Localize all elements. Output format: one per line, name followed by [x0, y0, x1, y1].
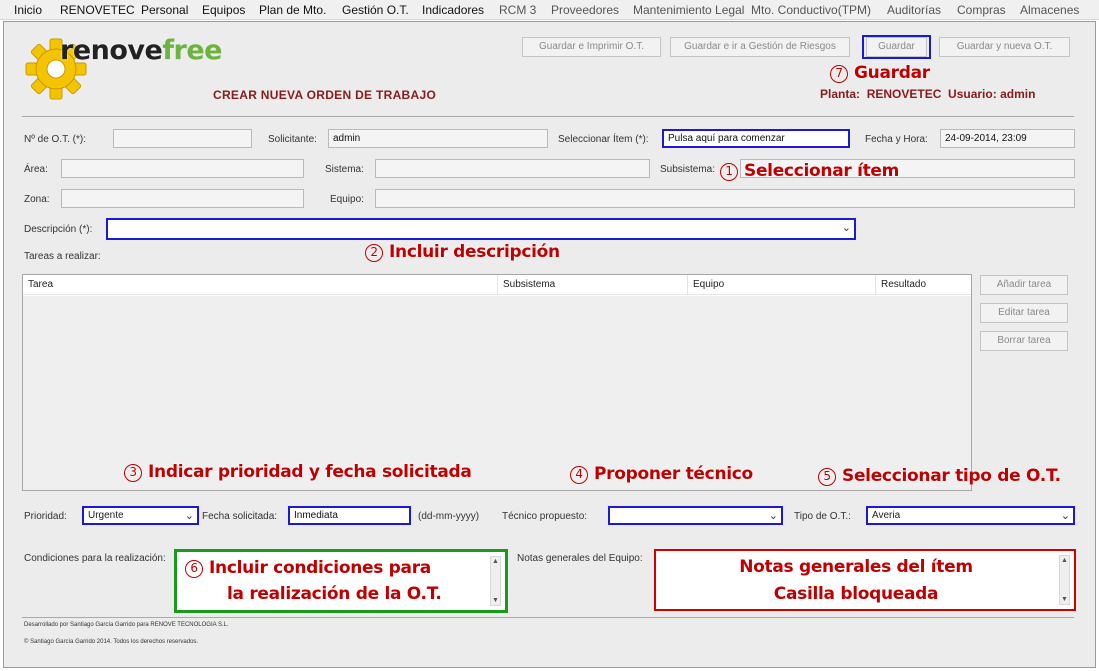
- footer-credits: Desarrollado por Santiago García Garrido…: [24, 622, 229, 628]
- planta-value: RENOVETEC: [866, 87, 942, 101]
- annotation-1: 1 Seleccionar ítem: [720, 161, 899, 181]
- task-table[interactable]: Tarea Subsistema Equipo Resultado: [22, 274, 972, 491]
- sistema-field[interactable]: [375, 159, 650, 178]
- footer-divider: [22, 617, 1074, 618]
- menu-gestion-ot[interactable]: Gestión O.T.: [342, 3, 409, 17]
- annotation-3: 3 Indicar prioridad y fecha solicitada: [124, 462, 472, 482]
- annotation-6: 6 Incluir condiciones para: [185, 558, 431, 578]
- fecha-field[interactable]: 24-09-2014, 23:09: [940, 129, 1075, 148]
- col-tarea[interactable]: Tarea: [23, 275, 497, 295]
- tecnico-select[interactable]: ⌄: [608, 506, 783, 525]
- tipo-ot-select[interactable]: Averia ⌄: [866, 506, 1075, 525]
- logo-text: renovefree: [60, 35, 222, 66]
- scroll-up-icon[interactable]: ▲: [1060, 556, 1069, 565]
- date-format-hint: (dd-mm-yyyy): [418, 511, 480, 522]
- solicitante-field[interactable]: admin: [328, 129, 548, 148]
- menu-inicio[interactable]: Inicio: [14, 3, 42, 17]
- notas-scrollbar[interactable]: ▲ ▼: [1059, 555, 1070, 605]
- sistema-label: Sistema:: [325, 164, 364, 175]
- annotation-5: 5 Seleccionar tipo de O.T.: [818, 466, 1061, 486]
- add-task-button[interactable]: Añadir tarea: [980, 275, 1068, 295]
- save-new-button[interactable]: Guardar y nueva O.T.: [939, 37, 1070, 57]
- tipo-ot-label: Tipo de O.T.:: [794, 511, 851, 522]
- col-subsistema[interactable]: Subsistema: [497, 275, 687, 295]
- menu-compras[interactable]: Compras: [957, 3, 1006, 17]
- logo: renovefree: [24, 33, 222, 103]
- edit-task-button[interactable]: Editar tarea: [980, 303, 1068, 323]
- descripcion-combo[interactable]: ⌄: [106, 218, 856, 240]
- save-risk-button[interactable]: Guardar e ir a Gestión de Riesgos: [670, 37, 850, 57]
- usuario-value: admin: [1000, 87, 1036, 101]
- fecha-label: Fecha y Hora:: [865, 134, 928, 145]
- menu-bar: Inicio RENOVETEC Personal Equipos Plan d…: [0, 0, 1099, 20]
- menu-rcm3[interactable]: RCM 3: [499, 3, 536, 17]
- scroll-down-icon[interactable]: ▼: [491, 596, 500, 605]
- ot-number-field[interactable]: [113, 129, 252, 148]
- save-print-button[interactable]: Guardar e Imprimir O.T.: [522, 37, 661, 57]
- notas-textarea: Notas generales del ítem Casilla bloquea…: [654, 549, 1076, 611]
- menu-mto-conductivo[interactable]: Mto. Conductivo(TPM): [751, 3, 871, 17]
- save-button[interactable]: Guardar: [866, 37, 927, 57]
- task-table-header: Tarea Subsistema Equipo Resultado: [23, 275, 971, 295]
- notas-annotation-line2: Casilla bloqueada: [773, 584, 939, 604]
- menu-personal[interactable]: Personal: [141, 3, 188, 17]
- col-equipo[interactable]: Equipo: [687, 275, 875, 295]
- area-label: Área:: [24, 164, 48, 175]
- delete-task-button[interactable]: Borrar tarea: [980, 331, 1068, 351]
- scroll-up-icon[interactable]: ▲: [491, 557, 500, 566]
- menu-mantenimiento-legal[interactable]: Mantenimiento Legal: [633, 3, 744, 17]
- item-label: Seleccionar Ítem (*):: [558, 134, 649, 145]
- chevron-down-icon[interactable]: ⌄: [769, 509, 778, 522]
- condiciones-label: Condiciones para la realización:: [24, 553, 166, 564]
- zona-label: Zona:: [24, 194, 50, 205]
- condiciones-textarea[interactable]: 6 Incluir condiciones para la realización…: [174, 549, 508, 613]
- descripcion-label: Descripción (*):: [24, 224, 93, 235]
- prioridad-value: Urgente: [88, 510, 124, 521]
- scroll-down-icon[interactable]: ▼: [1060, 595, 1069, 604]
- notas-label: Notas generales del Equipo:: [517, 553, 643, 564]
- fecha-solicitada-field[interactable]: Inmediata: [288, 506, 411, 525]
- tipo-ot-value: Averia: [872, 510, 901, 521]
- page-title: CREAR NUEVA ORDEN DE TRABAJO: [213, 88, 437, 102]
- fecha-solicitada-label: Fecha solicitada:: [202, 511, 278, 522]
- annotation-2: 2 Incluir descripción: [365, 242, 560, 262]
- menu-auditorias[interactable]: Auditorías: [887, 3, 941, 17]
- chevron-down-icon[interactable]: ⌄: [185, 509, 194, 522]
- solicitante-label: Solicitante:: [268, 134, 317, 145]
- subsistema-label: Subsistema:: [660, 164, 716, 175]
- zona-field[interactable]: [61, 189, 304, 208]
- task-table-body[interactable]: [23, 296, 971, 490]
- menu-equipos[interactable]: Equipos: [202, 3, 245, 17]
- menu-plan-mto[interactable]: Plan de Mto.: [259, 3, 326, 17]
- menu-indicadores[interactable]: Indicadores: [422, 3, 484, 17]
- menu-renovetec[interactable]: RENOVETEC: [60, 3, 135, 17]
- status-line: Planta: RENOVETEC Usuario: admin: [820, 87, 1036, 101]
- area-field[interactable]: [61, 159, 304, 178]
- chevron-down-icon[interactable]: ⌄: [1061, 509, 1070, 522]
- equipo-field[interactable]: [375, 189, 1075, 208]
- condiciones-scrollbar[interactable]: ▲ ▼: [490, 556, 501, 606]
- item-selector[interactable]: Pulsa aquí para comenzar: [662, 129, 850, 148]
- menu-almacenes[interactable]: Almacenes: [1020, 3, 1079, 17]
- divider: [22, 116, 1074, 117]
- notas-annotation-line1: Notas generales del ítem: [739, 557, 973, 577]
- equipo-label: Equipo:: [330, 194, 364, 205]
- footer-copyright: © Santiago García Garrido 2014. Todos lo…: [24, 639, 199, 645]
- prioridad-label: Prioridad:: [24, 511, 67, 522]
- annotation-6-line2: la realización de la O.T.: [227, 584, 442, 604]
- prioridad-select[interactable]: Urgente ⌄: [82, 506, 199, 525]
- annotation-4: 4 Proponer técnico: [570, 464, 753, 484]
- ot-label: Nº de O.T. (*):: [24, 134, 86, 145]
- col-resultado[interactable]: Resultado: [875, 275, 971, 295]
- tareas-label: Tareas a realizar:: [24, 251, 101, 262]
- menu-proveedores[interactable]: Proveedores: [551, 3, 619, 17]
- chevron-down-icon[interactable]: ⌄: [842, 221, 851, 234]
- annotation-7: 7 Guardar: [830, 63, 930, 83]
- tecnico-label: Técnico propuesto:: [502, 511, 588, 522]
